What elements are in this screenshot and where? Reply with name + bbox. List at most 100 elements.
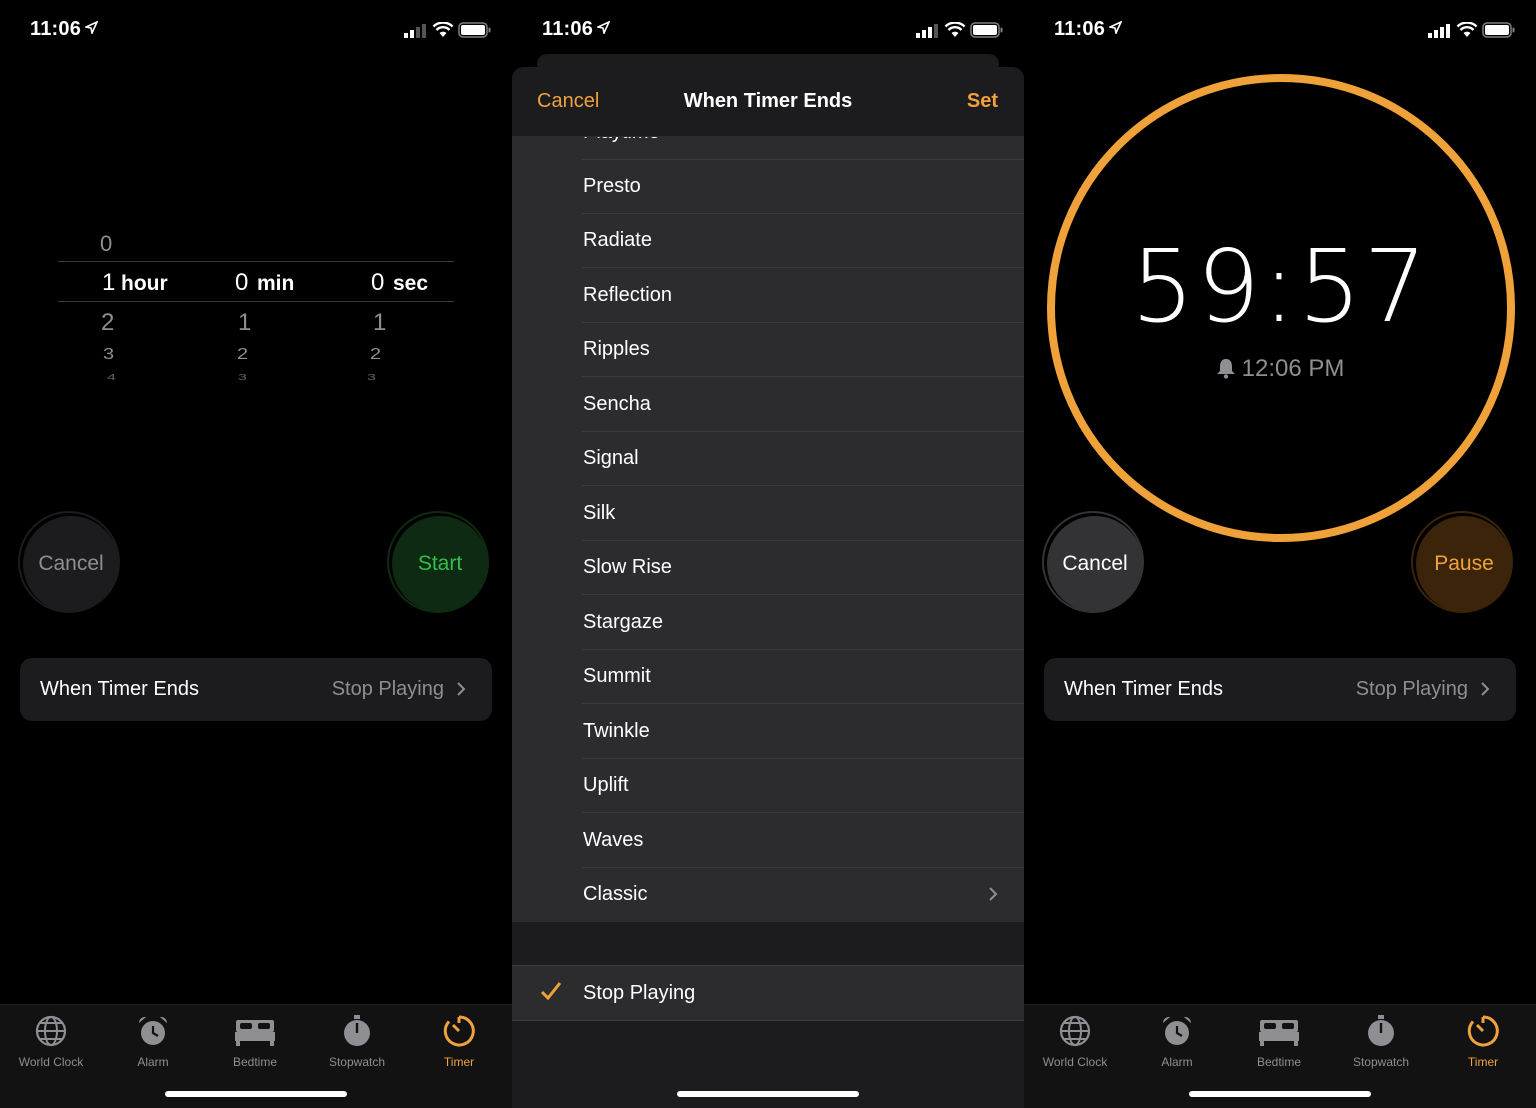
status-time: 11:06 [542, 18, 594, 40]
classic-sounds-row[interactable]: Classic [512, 868, 1024, 922]
sound-row[interactable]: Presto [512, 160, 1024, 214]
cellular-signal-icon [404, 24, 426, 38]
hours-selected-value[interactable]: 1 [102, 269, 115, 297]
status-bar: 11:06 [512, 18, 1024, 44]
sound-row[interactable]: Waves [512, 814, 1024, 868]
sound-row[interactable]: Reflection [512, 269, 1024, 323]
timer-icon [1467, 1015, 1499, 1047]
sheet-set-button[interactable]: Set [967, 90, 998, 113]
timer-setup-screen: 11:06 0 1 hour 0 min 0 sec 2 3 4 1 2 3 1… [0, 0, 512, 1108]
stopwatch-icon [344, 1015, 370, 1046]
sound-row[interactable]: Uplift [512, 759, 1024, 813]
tab-stopwatch[interactable]: Stopwatch [1330, 1013, 1432, 1069]
tab-label: Alarm [137, 1055, 169, 1069]
stop-playing-row[interactable]: Stop Playing [512, 965, 1024, 1021]
sound-row[interactable]: Playtime [512, 136, 1024, 160]
picker-selection-bottom-line [58, 301, 454, 302]
sound-label: Radiate [583, 229, 652, 251]
home-indicator[interactable] [677, 1091, 859, 1097]
when-timer-ends-row[interactable]: When Timer Ends Stop Playing [20, 658, 492, 721]
row-separator [582, 267, 1024, 268]
duration-picker[interactable]: 0 1 hour 0 min 0 sec 2 3 4 1 2 3 1 2 3 [58, 225, 454, 400]
row-separator [582, 376, 1024, 377]
alarm-clock-icon [1162, 1016, 1192, 1045]
sound-label: Reflection [583, 284, 672, 306]
seconds-selected-value[interactable]: 0 [371, 269, 384, 297]
stop-playing-label: Stop Playing [583, 982, 696, 1004]
status-time: 11:06 [30, 18, 82, 40]
hours-unit-label: hour [121, 272, 168, 295]
minutes-selected-value[interactable]: 0 [235, 269, 248, 297]
sound-row[interactable]: Signal [512, 432, 1024, 486]
minutes-below-value: 2 [237, 345, 249, 363]
seconds-below-value: 3 [367, 373, 376, 383]
sound-label: Sencha [583, 393, 651, 415]
battery-icon [1482, 22, 1515, 38]
tab-label: Stopwatch [1352, 1055, 1410, 1069]
tab-alarm[interactable]: Alarm [1126, 1013, 1228, 1069]
home-indicator[interactable] [165, 1091, 347, 1097]
pause-button[interactable]: Pause [1411, 511, 1513, 613]
cancel-button[interactable]: Cancel [18, 511, 120, 613]
tab-label: Bedtime [232, 1055, 278, 1069]
bell-icon [1216, 359, 1235, 379]
time-remaining: 59:57 [1130, 228, 1430, 345]
timer-icon [443, 1015, 475, 1047]
timer-running-screen: 11:06 59:57 12:06 PM Cancel Pause When T… [1024, 0, 1536, 1108]
row-separator [582, 594, 1024, 595]
tab-world-clock[interactable]: World Clock [1024, 1013, 1126, 1069]
tab-label: Bedtime [1256, 1055, 1302, 1069]
when-timer-ends-row[interactable]: When Timer Ends Stop Playing [1044, 658, 1516, 721]
wifi-icon [432, 22, 454, 37]
alarm-clock-icon [138, 1016, 168, 1045]
globe-icon [1059, 1015, 1091, 1047]
sound-row[interactable]: Twinkle [512, 705, 1024, 759]
location-arrow-icon [1109, 21, 1122, 34]
start-button[interactable]: Start [387, 511, 489, 613]
sound-row[interactable]: Silk [512, 487, 1024, 541]
tab-world-clock[interactable]: World Clock [0, 1013, 102, 1069]
status-bar: 11:06 [1024, 18, 1536, 44]
tab-timer[interactable]: Timer [1432, 1013, 1534, 1069]
tab-label: World Clock [18, 1055, 84, 1069]
sound-label: Waves [583, 829, 644, 851]
when-timer-ends-value: Stop Playing [1355, 678, 1468, 700]
when-timer-ends-label: When Timer Ends [40, 678, 199, 700]
wifi-icon [1456, 22, 1478, 37]
tab-label: Alarm [1161, 1055, 1193, 1069]
tab-bedtime[interactable]: Bedtime [204, 1013, 306, 1069]
home-indicator[interactable] [1189, 1091, 1371, 1097]
tab-label: World Clock [1042, 1055, 1108, 1069]
sound-row[interactable]: Slow Rise [512, 541, 1024, 595]
sound-picker-sheet: Cancel When Timer Ends Set Playtime Pres… [512, 67, 1024, 1108]
chevron-right-icon [989, 887, 998, 901]
when-timer-ends-value: Stop Playing [331, 678, 444, 700]
sheet-title: When Timer Ends [683, 90, 853, 112]
tab-alarm[interactable]: Alarm [102, 1013, 204, 1069]
sound-label: Uplift [583, 774, 629, 796]
when-timer-ends-screen: 11:06 Cancel When Timer Ends Set Playtim… [512, 0, 1024, 1108]
cellular-signal-icon [916, 24, 938, 38]
hours-below-value: 4 [107, 373, 116, 383]
sound-row[interactable]: Stargaze [512, 596, 1024, 650]
chevron-right-icon [1481, 682, 1490, 696]
tab-timer[interactable]: Timer [408, 1013, 510, 1069]
cancel-button[interactable]: Cancel [1042, 511, 1144, 613]
seconds-below-value: 2 [370, 345, 382, 363]
minutes-below-value: 3 [238, 373, 247, 383]
minutes-unit-label: min [257, 272, 295, 295]
sound-row[interactable]: Sencha [512, 378, 1024, 432]
sound-list: Playtime Presto Radiate Reflection Rippl… [512, 136, 1024, 922]
sound-row[interactable]: Summit [512, 650, 1024, 704]
battery-icon [970, 22, 1003, 38]
sound-row[interactable]: Ripples [512, 323, 1024, 377]
sound-label: Presto [583, 175, 641, 197]
row-separator [582, 812, 1024, 813]
tab-stopwatch[interactable]: Stopwatch [306, 1013, 408, 1069]
tab-bedtime[interactable]: Bedtime [1228, 1013, 1330, 1069]
seconds-below-value: 1 [373, 309, 387, 336]
sound-row[interactable]: Radiate [512, 214, 1024, 268]
classic-label: Classic [583, 883, 648, 905]
sound-label: Twinkle [583, 720, 650, 742]
battery-icon [458, 22, 491, 38]
